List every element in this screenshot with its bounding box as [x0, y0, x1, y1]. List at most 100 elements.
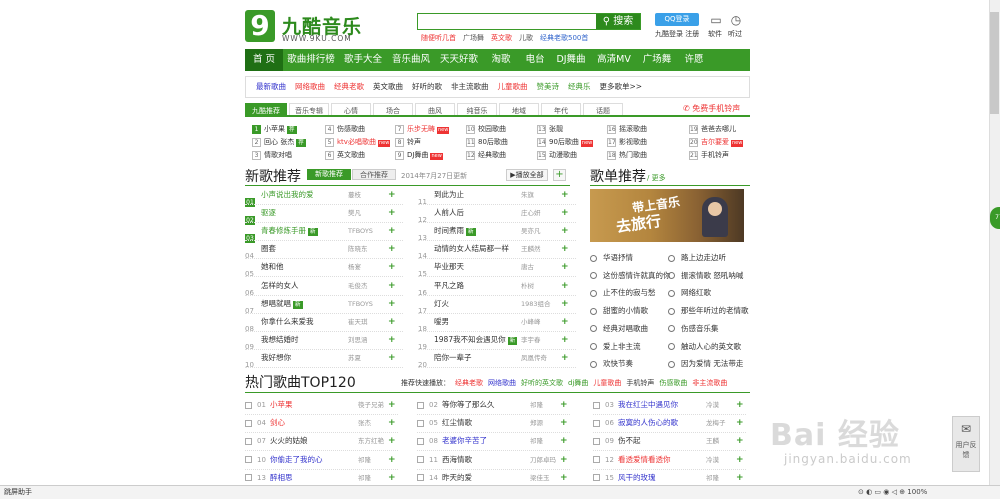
- quick-item[interactable]: 7 乐步无畴 new: [395, 124, 450, 135]
- quick-item[interactable]: 6 英文歌曲: [325, 150, 365, 161]
- play-all-button[interactable]: ▶播放全部: [506, 169, 548, 181]
- quick-item[interactable]: 8 铃声: [395, 137, 421, 148]
- add-song-icon[interactable]: +: [560, 396, 568, 414]
- song-artist[interactable]: 龙梅子: [706, 414, 726, 432]
- search-button[interactable]: ⚲ 搜索: [596, 14, 640, 29]
- song-row[interactable]: 06怎样的女人 毛俊杰 +: [245, 277, 405, 297]
- quick-item[interactable]: 19 爸爸去哪儿: [689, 124, 736, 135]
- quick-item[interactable]: 10 校园歌曲: [466, 124, 506, 135]
- nav-item[interactable]: 首 页: [245, 49, 283, 71]
- add-song-icon[interactable]: +: [388, 396, 396, 414]
- tab-1[interactable]: 音乐专辑: [289, 103, 329, 115]
- logo-icon[interactable]: 9: [245, 10, 275, 42]
- checkbox[interactable]: [417, 474, 424, 482]
- add-song-icon[interactable]: +: [560, 414, 568, 432]
- tab-7[interactable]: 年代: [541, 103, 581, 115]
- hot-word[interactable]: 广场舞: [463, 34, 484, 42]
- category-link[interactable]: 英文歌曲: [373, 82, 403, 91]
- checkbox[interactable]: [417, 456, 424, 464]
- song-artist[interactable]: 凤凰传奇: [521, 349, 566, 367]
- song-title[interactable]: 青春修炼手册新: [261, 222, 348, 240]
- add-song-icon[interactable]: +: [560, 451, 568, 469]
- tab-2[interactable]: 心情: [331, 103, 371, 115]
- history-label[interactable]: 听过: [728, 29, 742, 39]
- category-link[interactable]: 儿童歌曲: [498, 82, 528, 91]
- quick-play-link[interactable]: 非主流歌曲: [692, 379, 727, 387]
- song-title[interactable]: 动情的女人结局都一样: [434, 240, 521, 258]
- song-title[interactable]: 你偷走了我的心: [270, 455, 323, 464]
- tab-8[interactable]: 话题: [583, 103, 623, 115]
- playlist-item[interactable]: 振滚情歌 怒吼呐喊: [668, 267, 743, 285]
- quick-item[interactable]: 9 DJ舞曲 new: [395, 150, 443, 161]
- song-artist[interactable]: TFBOYS: [348, 295, 393, 313]
- song-artist[interactable]: 刀郎卓玛: [530, 451, 556, 469]
- song-artist[interactable]: 东方红艳: [358, 432, 384, 450]
- add-song-icon[interactable]: +: [388, 432, 396, 450]
- song-artist[interactable]: 祁隆: [530, 396, 543, 414]
- tab-5[interactable]: 纯音乐: [457, 103, 497, 115]
- song-title[interactable]: 风干的玫瑰: [618, 473, 656, 482]
- category-link[interactable]: 更多歌单>>: [600, 82, 643, 91]
- song-artist[interactable]: 陈晓东: [348, 240, 393, 258]
- quick-item[interactable]: 5 ktv必唱歌曲 new: [325, 137, 391, 148]
- quick-play-link[interactable]: 手机铃声: [626, 379, 654, 387]
- song-title[interactable]: 伤不起: [618, 436, 641, 445]
- song-artist[interactable]: 张杰: [358, 414, 371, 432]
- add-song-icon[interactable]: +: [388, 204, 396, 222]
- song-title[interactable]: 西海情歌: [442, 455, 472, 464]
- category-link[interactable]: 非主流歌曲: [451, 82, 489, 91]
- add-song-icon[interactable]: +: [388, 258, 396, 276]
- add-song-icon[interactable]: +: [561, 277, 569, 295]
- song-title[interactable]: 你拿什么来爱我: [261, 313, 348, 331]
- song-row[interactable]: 01小声说出我的爱 蔓枝 +: [245, 186, 405, 207]
- add-song-icon[interactable]: +: [736, 432, 744, 450]
- top-song-row[interactable]: 12 看透爱情看透你 冷漠 +: [593, 451, 748, 469]
- add-song-icon[interactable]: +: [388, 277, 396, 295]
- song-title[interactable]: 等你等了那么久: [442, 400, 495, 409]
- song-row[interactable]: 17灯火 1983组合 +: [418, 295, 578, 315]
- song-title[interactable]: 平凡之路: [434, 277, 521, 295]
- playlist-item[interactable]: 网络红歌: [668, 284, 711, 302]
- playlist-item[interactable]: 这份感情许就真的你: [590, 267, 671, 285]
- tab-3[interactable]: 场合: [373, 103, 413, 115]
- playlist-item[interactable]: 因为爱情 无法带走: [668, 355, 743, 373]
- nav-item[interactable]: 音乐曲风: [387, 49, 435, 71]
- quick-item[interactable]: 2 回心 张杰荐: [252, 137, 306, 148]
- nav-item[interactable]: 许愿: [677, 49, 711, 71]
- add-song-icon[interactable]: +: [561, 204, 569, 222]
- song-title[interactable]: 1987我不知会遇见你新: [434, 331, 521, 349]
- hot-word[interactable]: 儿歌: [519, 34, 533, 42]
- top-song-row[interactable]: 10 你偷走了我的心 祁隆 +: [245, 451, 400, 469]
- history-icon[interactable]: ◷: [728, 13, 744, 27]
- login-links[interactable]: 九酷登录 注册: [655, 29, 699, 39]
- quick-item[interactable]: 20 吉尔要爱 new: [689, 137, 744, 148]
- song-artist[interactable]: 筷子兄弟: [358, 396, 384, 414]
- song-title[interactable]: 灯火: [434, 295, 521, 313]
- song-title[interactable]: 毕业那天: [434, 258, 521, 276]
- song-row[interactable]: 191987我不知会遇见你新李宇春 +: [418, 331, 578, 351]
- add-song-icon[interactable]: +: [561, 331, 569, 349]
- add-song-icon[interactable]: +: [388, 240, 396, 258]
- playlist-more-link[interactable]: / 更多: [647, 173, 666, 183]
- quick-item[interactable]: 15 动漫歌曲: [537, 150, 577, 161]
- quick-item[interactable]: 3 情歌对唱: [252, 150, 292, 161]
- top-song-row[interactable]: 07 火火的姑娘 东方红艳 +: [245, 432, 400, 450]
- scroll-thumb[interactable]: [990, 12, 999, 114]
- song-artist[interactable]: 祁隆: [358, 451, 371, 469]
- song-title[interactable]: 小苹果: [270, 400, 293, 409]
- checkbox[interactable]: [593, 456, 600, 464]
- song-row[interactable]: 08你拿什么来爱我 崔天琪 +: [245, 313, 405, 333]
- playlist-item[interactable]: 欢快节奏: [590, 355, 633, 373]
- song-artist[interactable]: 蔓枝: [348, 186, 393, 204]
- add-song-icon[interactable]: +: [561, 240, 569, 258]
- song-row[interactable]: 16平凡之路 朴树 +: [418, 277, 578, 297]
- song-title[interactable]: 火火的姑娘: [270, 436, 308, 445]
- song-title[interactable]: 圈套: [261, 240, 348, 258]
- free-ringtone-link[interactable]: ✆ 免费手机铃声: [683, 103, 740, 114]
- song-title[interactable]: 时间煮雨新: [434, 222, 521, 240]
- checkbox[interactable]: [593, 474, 600, 482]
- song-title[interactable]: 怎样的女人: [261, 277, 348, 295]
- song-artist[interactable]: TFBOYS: [348, 222, 393, 240]
- song-artist[interactable]: 樊凡: [348, 204, 393, 222]
- add-song-icon[interactable]: +: [388, 349, 396, 367]
